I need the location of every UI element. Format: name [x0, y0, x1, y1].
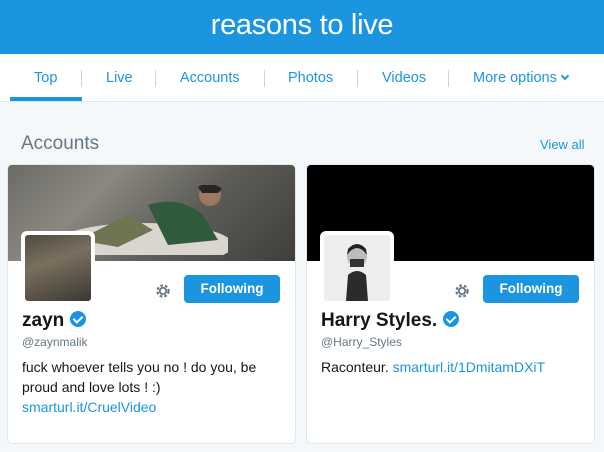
- gear-icon[interactable]: [453, 282, 471, 300]
- tab-accounts[interactable]: Accounts: [180, 70, 240, 86]
- account-name[interactable]: Harry Styles.: [321, 310, 460, 332]
- tab-videos[interactable]: Videos: [382, 70, 426, 86]
- tab-separator: [81, 70, 82, 87]
- chevron-down-icon: [560, 71, 570, 81]
- following-button[interactable]: Following: [184, 275, 280, 303]
- search-nav: Top Live Accounts Photos Videos More opt…: [0, 54, 604, 102]
- following-button[interactable]: Following: [483, 275, 579, 303]
- tab-live[interactable]: Live: [106, 70, 133, 86]
- bio-text: Raconteur.: [321, 359, 389, 375]
- account-bio: fuck whoever tells you no ! do you, be p…: [22, 357, 292, 417]
- avatar-image: [324, 235, 390, 301]
- tab-separator: [357, 70, 358, 87]
- tab-separator: [448, 70, 449, 87]
- bio-link[interactable]: smarturl.it/1DmitamDXiT: [393, 359, 545, 375]
- search-query-title: reasons to live: [210, 9, 394, 41]
- verified-badge-icon: [443, 311, 460, 327]
- verified-badge-icon: [70, 311, 87, 327]
- active-tab-indicator: [10, 97, 82, 101]
- account-card[interactable]: Following Harry Styles. @Harry_Styles Ra…: [306, 164, 595, 444]
- gear-icon[interactable]: [154, 282, 172, 300]
- view-all-link[interactable]: View all: [540, 137, 585, 152]
- tab-top[interactable]: Top: [34, 70, 57, 86]
- account-bio: Raconteur. smarturl.it/1DmitamDXiT: [321, 357, 591, 377]
- avatar[interactable]: [21, 231, 95, 305]
- section-title: Accounts: [21, 133, 100, 154]
- tab-separator: [264, 70, 265, 87]
- bio-link[interactable]: smarturl.it/CruelVideo: [22, 399, 156, 415]
- tab-more-options[interactable]: More options: [473, 70, 570, 86]
- avatar-image: [25, 235, 91, 301]
- search-header: reasons to live: [0, 0, 604, 54]
- bio-text: fuck whoever tells you no ! do you, be p…: [22, 359, 257, 395]
- tab-separator: [155, 70, 156, 87]
- avatar[interactable]: [320, 231, 394, 305]
- tab-photos[interactable]: Photos: [288, 70, 333, 86]
- account-name-text: Harry Styles.: [321, 310, 438, 331]
- more-options-label: More options: [473, 70, 557, 86]
- account-name-text: zayn: [22, 310, 65, 331]
- account-handle[interactable]: @Harry_Styles: [321, 335, 402, 349]
- account-handle[interactable]: @zaynmalik: [22, 335, 88, 349]
- account-name[interactable]: zayn: [22, 310, 87, 332]
- account-card[interactable]: Following zayn @zaynmalik fuck whoever t…: [7, 164, 296, 444]
